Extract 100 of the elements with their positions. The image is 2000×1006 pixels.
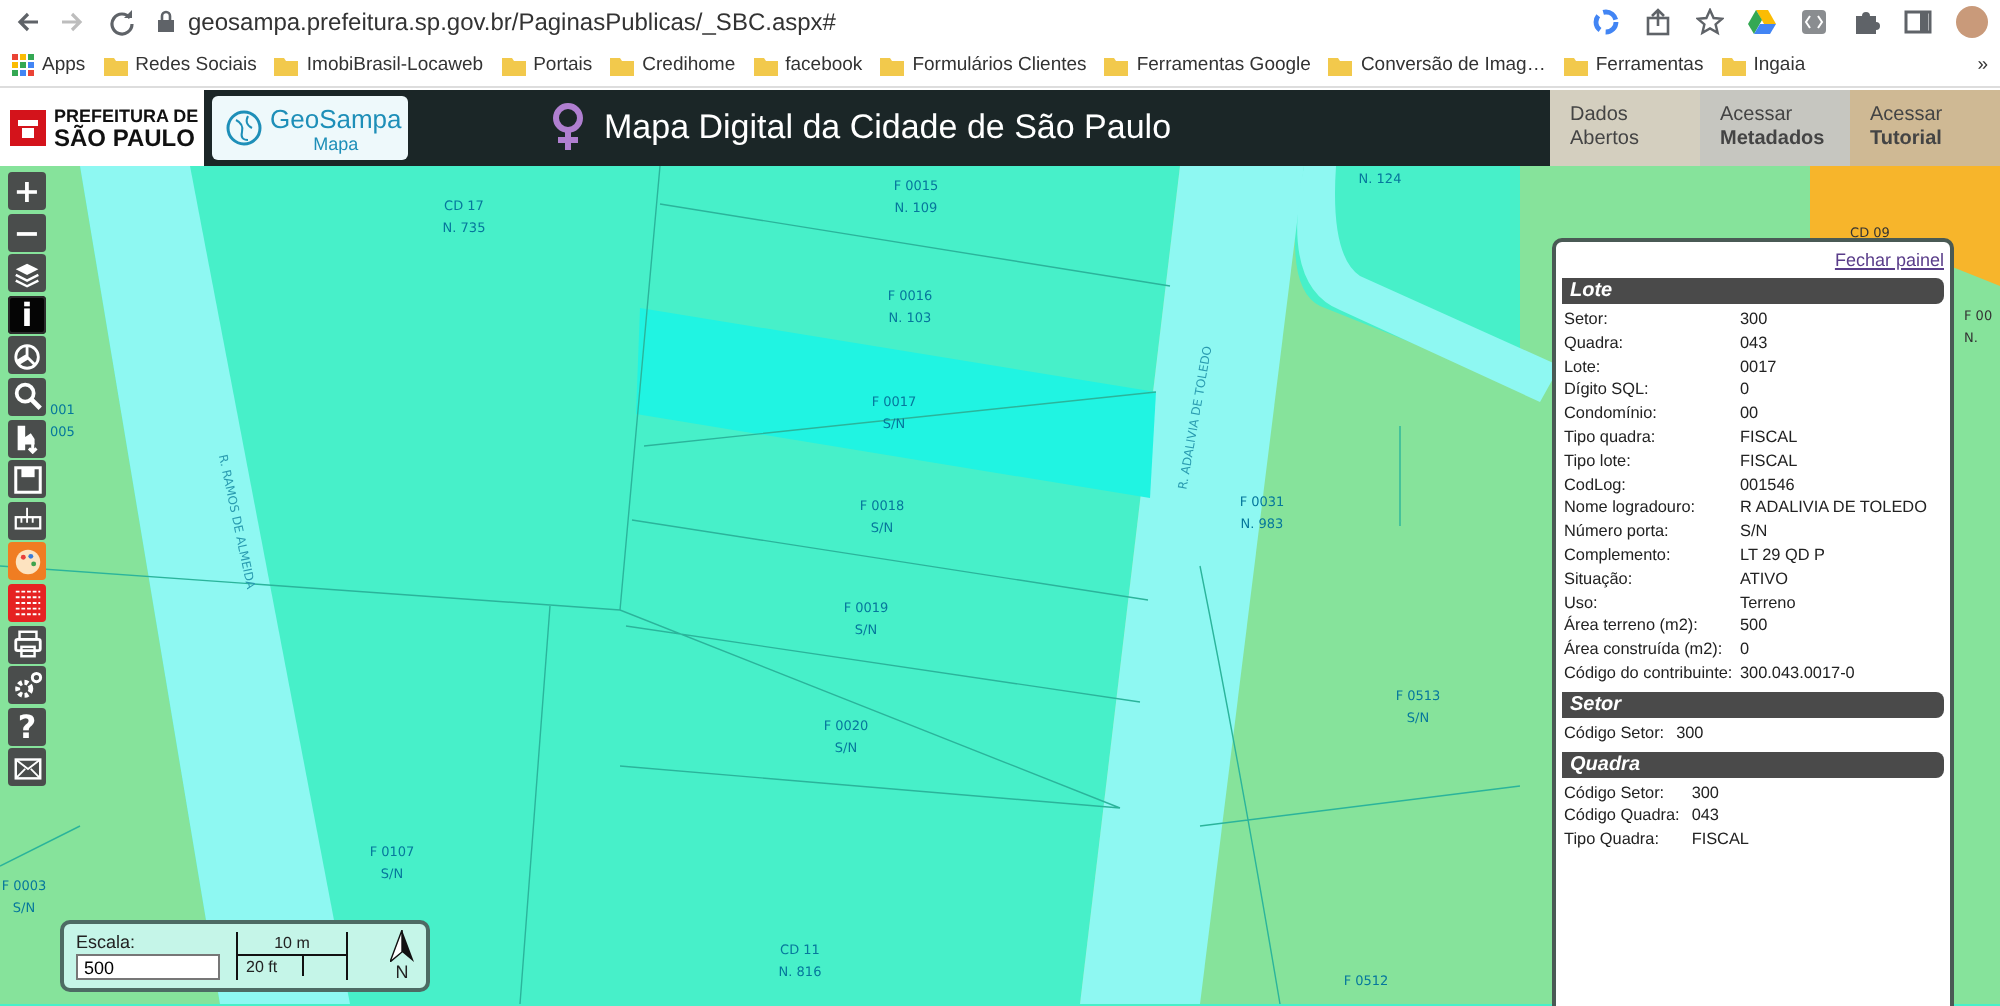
star-icon[interactable] (1696, 8, 1724, 36)
scale-label: Escala: (76, 932, 138, 952)
save-icon[interactable] (8, 460, 46, 499)
field-value: 00 (1740, 402, 1761, 426)
field-value: S/N (1740, 520, 1770, 544)
section-header: Setor (1562, 691, 1944, 718)
triangle-logo-icon[interactable] (1748, 8, 1776, 36)
field-label: Uso: (1564, 591, 1600, 615)
more-bookmarks-chevron[interactable]: » (1977, 54, 1988, 76)
apps-link[interactable]: Apps (42, 54, 86, 76)
field-value: 001546 (1740, 473, 1797, 497)
north-arrow-icon (390, 930, 414, 962)
field-value: 0017 (1740, 355, 1779, 379)
field-label: Tipo Quadra: (1564, 828, 1661, 852)
folder-icon (1563, 54, 1588, 76)
back-arrow-icon[interactable] (12, 8, 40, 36)
header-link[interactable]: Acessar Tutorial (1850, 90, 2000, 166)
field-label: Código Setor: (1564, 721, 1665, 746)
field-label: Nome logradouro: (1564, 496, 1698, 521)
field-label: Área terreno (m2): (1564, 614, 1700, 639)
field-label: Complemento: (1564, 543, 1673, 568)
field-label: Código do contribuinte: (1564, 661, 1728, 686)
app-name: GeoSampa (270, 103, 402, 133)
folder-icon (1721, 54, 1746, 76)
map-title: Mapa Digital da Cidade de São Paulo (604, 108, 1172, 148)
field-value: FISCAL (1740, 425, 1800, 450)
field-value: 300 (1676, 721, 1706, 746)
help-button[interactable]: ? (8, 707, 46, 746)
sidebar-icon[interactable] (1904, 8, 1932, 36)
bookmark-folder[interactable]: Credihome (642, 54, 736, 76)
field-label: Situação: (1564, 567, 1635, 592)
scale-bar: 10 m 20 ft (236, 932, 348, 980)
reload-icon[interactable] (108, 8, 136, 36)
app-subtitle: Mapa (313, 133, 359, 153)
bookmark-folder[interactable]: facebook (785, 54, 863, 76)
download-icon[interactable] (8, 419, 46, 458)
folder-icon (501, 54, 526, 76)
share-icon[interactable] (1644, 8, 1672, 36)
scale-input[interactable]: 500 (76, 954, 220, 980)
bookmark-folder[interactable]: Formulários Clientes (912, 54, 1087, 76)
zoom-out-button[interactable]: − (8, 213, 46, 252)
apps-grid-icon[interactable] (12, 54, 34, 76)
close-panel-link[interactable]: Fechar painel (1834, 250, 1944, 270)
ruler-icon[interactable] (8, 501, 46, 540)
field-label: Tipo quadra: (1564, 425, 1658, 450)
field-value: 043 (1691, 804, 1721, 829)
pie-chart-icon[interactable] (8, 336, 46, 375)
field-value: FISCAL (1740, 449, 1800, 474)
field-label: Código Quadra: (1564, 804, 1680, 829)
field-value: Terreno (1740, 591, 1798, 615)
search-icon[interactable] (8, 377, 46, 416)
zoom-in-button[interactable]: + (8, 172, 46, 210)
bookmark-folder[interactable]: Ferramentas Google (1136, 54, 1311, 76)
puzzle-icon[interactable] (1852, 8, 1880, 36)
field-value: 500 (1740, 614, 1770, 639)
google-icon[interactable] (1592, 8, 1620, 36)
mail-icon[interactable] (8, 748, 46, 787)
hatched-layer-icon[interactable] (8, 583, 46, 622)
field-label: Lote: (1564, 355, 1603, 379)
folder-icon (610, 54, 635, 76)
field-label: Área construída (m2): (1564, 638, 1725, 662)
code-icon[interactable] (1800, 8, 1828, 36)
bookmark-folder[interactable]: Redes Sociais (135, 54, 257, 76)
bookmark-folder[interactable]: Conversão de Imag… (1360, 54, 1546, 76)
city-hall-logo-text: PREFEITURA DE SÃO PAULO (54, 106, 199, 150)
bookmark-folder[interactable]: Portais (533, 54, 593, 76)
globe-icon (224, 108, 264, 148)
field-value: ATIVO (1740, 567, 1790, 592)
north-label: N (395, 962, 409, 982)
header-link[interactable]: Dados Abertos (1550, 90, 1700, 166)
field-value: 0 (1740, 378, 1752, 403)
field-value: 300.043.0017-0 (1740, 661, 1857, 686)
layers-icon[interactable] (8, 254, 46, 293)
print-icon[interactable] (8, 625, 46, 664)
folder-icon (274, 54, 299, 76)
field-label: Código Setor: (1564, 781, 1667, 805)
folder-icon (103, 54, 128, 76)
folder-icon (1104, 54, 1129, 76)
field-label: Tipo lote: (1564, 449, 1633, 474)
folder-icon (1328, 54, 1353, 76)
header-link[interactable]: Acessar Metadados (1700, 90, 1850, 166)
url-text[interactable]: geosampa.prefeitura.sp.gov.br/PaginasPublicas/_SBC.aspx# (188, 8, 836, 36)
field-label: Número porta: (1564, 520, 1671, 544)
field-label: Quadra: (1564, 331, 1626, 356)
folder-icon (753, 54, 778, 76)
bookmark-folder[interactable]: ImobiBrasil-Locaweb (306, 54, 484, 76)
info-button[interactable]: i (8, 295, 46, 334)
folder-icon (880, 54, 905, 76)
city-crest-icon (10, 110, 46, 146)
field-value: LT 29 QD P (1740, 543, 1827, 568)
field-value: FISCAL (1691, 828, 1751, 852)
section-header: Lote (1562, 278, 1944, 304)
field-value: 300 (1740, 308, 1770, 332)
bookmark-folder[interactable]: Ingaia (1753, 54, 1806, 76)
field-label: Dígito SQL: (1564, 378, 1651, 403)
field-value: 043 (1740, 331, 1770, 356)
settings-icon[interactable] (8, 666, 46, 705)
bookmark-folder[interactable]: Ferramentas (1595, 54, 1704, 76)
field-value: 300 (1691, 781, 1721, 805)
female-symbol-icon (548, 102, 588, 154)
